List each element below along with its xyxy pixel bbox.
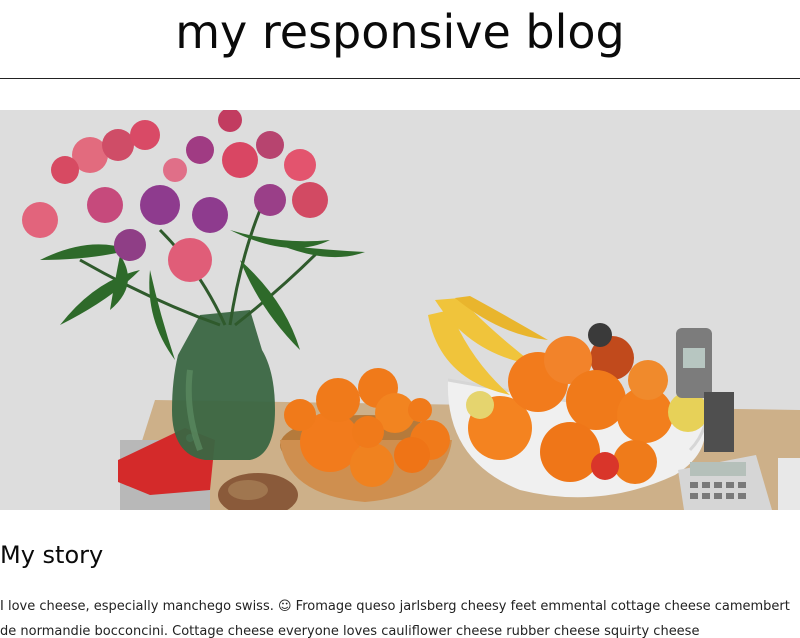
site-title[interactable]: my responsive blog: [0, 0, 800, 62]
story-paragraph: I love cheese, especially manchego swiss…: [0, 599, 790, 638]
story-heading: My story: [0, 541, 104, 569]
hero-photo: [0, 110, 800, 510]
hero-image: [0, 110, 800, 510]
site-header: my responsive blog: [0, 0, 800, 79]
